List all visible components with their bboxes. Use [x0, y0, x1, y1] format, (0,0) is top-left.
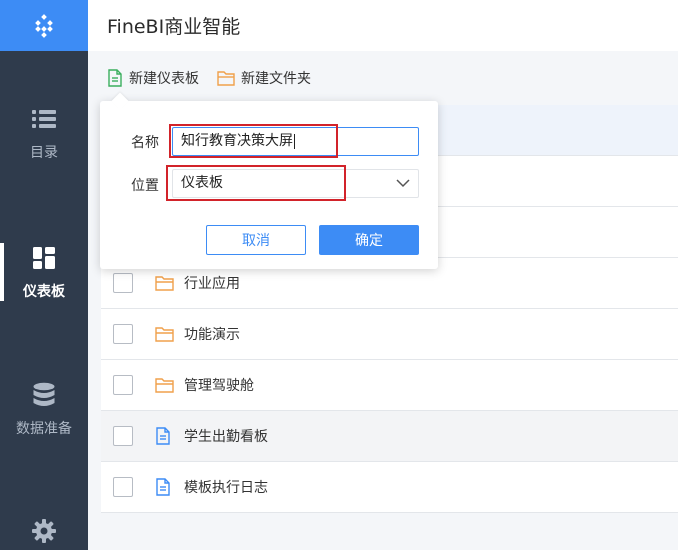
- folder-icon: [155, 275, 177, 291]
- row-label: 管理驾驶舱: [184, 378, 254, 394]
- location-label: 位置: [131, 178, 159, 194]
- sidebar-item-settings[interactable]: [0, 518, 88, 550]
- row-checkbox[interactable]: [113, 426, 133, 446]
- new-dashboard-dialog: 名称 知行教育决策大屏 位置 仪表板 取消 确定: [100, 92, 438, 269]
- highlight-box-name: [169, 124, 338, 158]
- list-item[interactable]: 模板执行日志: [101, 462, 678, 513]
- chevron-down-icon: [396, 179, 410, 188]
- ok-button[interactable]: 确定: [319, 225, 419, 255]
- dashboard-file-icon: [155, 478, 177, 496]
- sidebar: 目录 仪表板 数据准备: [0, 0, 88, 550]
- folder-icon: [155, 326, 177, 342]
- row-checkbox[interactable]: [113, 375, 133, 395]
- new-folder-label: 新建文件夹: [241, 71, 311, 87]
- row-checkbox[interactable]: [113, 273, 133, 293]
- list-item[interactable]: 功能演示: [101, 309, 678, 360]
- logo-icon: [35, 13, 53, 38]
- new-folder-icon: [217, 71, 235, 86]
- list-item[interactable]: 学生出勤看板: [101, 411, 678, 462]
- highlight-box-location: [166, 165, 346, 201]
- sidebar-item-catalog[interactable]: 目录: [0, 106, 88, 162]
- sidebar-item-data-prep[interactable]: 数据准备: [0, 382, 88, 438]
- database-icon: [31, 382, 57, 408]
- new-dashboard-button[interactable]: 新建仪表板: [107, 68, 199, 88]
- toolbar: 新建仪表板 新建文件夹: [88, 51, 678, 105]
- sidebar-item-label: 数据准备: [16, 421, 72, 437]
- name-label: 名称: [131, 135, 159, 151]
- page-title: FineBI商业智能: [107, 16, 241, 38]
- app-header: FineBI商业智能: [88, 0, 678, 51]
- row-checkbox[interactable]: [113, 324, 133, 344]
- folder-icon: [155, 377, 177, 393]
- new-folder-button[interactable]: 新建文件夹: [217, 68, 311, 88]
- dashboard-grid-icon: [31, 245, 57, 271]
- row-label: 模板执行日志: [184, 480, 268, 496]
- sidebar-item-label: 仪表板: [23, 284, 65, 300]
- new-dashboard-label: 新建仪表板: [129, 71, 199, 87]
- app-logo[interactable]: [0, 0, 88, 51]
- row-label: 行业应用: [184, 276, 240, 292]
- dashboard-file-icon: [155, 427, 177, 445]
- sidebar-item-label: 目录: [30, 145, 58, 161]
- cancel-button[interactable]: 取消: [206, 225, 306, 255]
- row-label: 功能演示: [184, 327, 240, 343]
- list-item[interactable]: 管理驾驶舱: [101, 360, 678, 411]
- sidebar-item-dashboard[interactable]: 仪表板: [0, 245, 88, 301]
- gear-icon: [31, 518, 57, 544]
- new-dashboard-icon: [108, 69, 122, 87]
- row-checkbox[interactable]: [113, 477, 133, 497]
- list-icon: [31, 106, 57, 132]
- row-label: 学生出勤看板: [184, 429, 268, 445]
